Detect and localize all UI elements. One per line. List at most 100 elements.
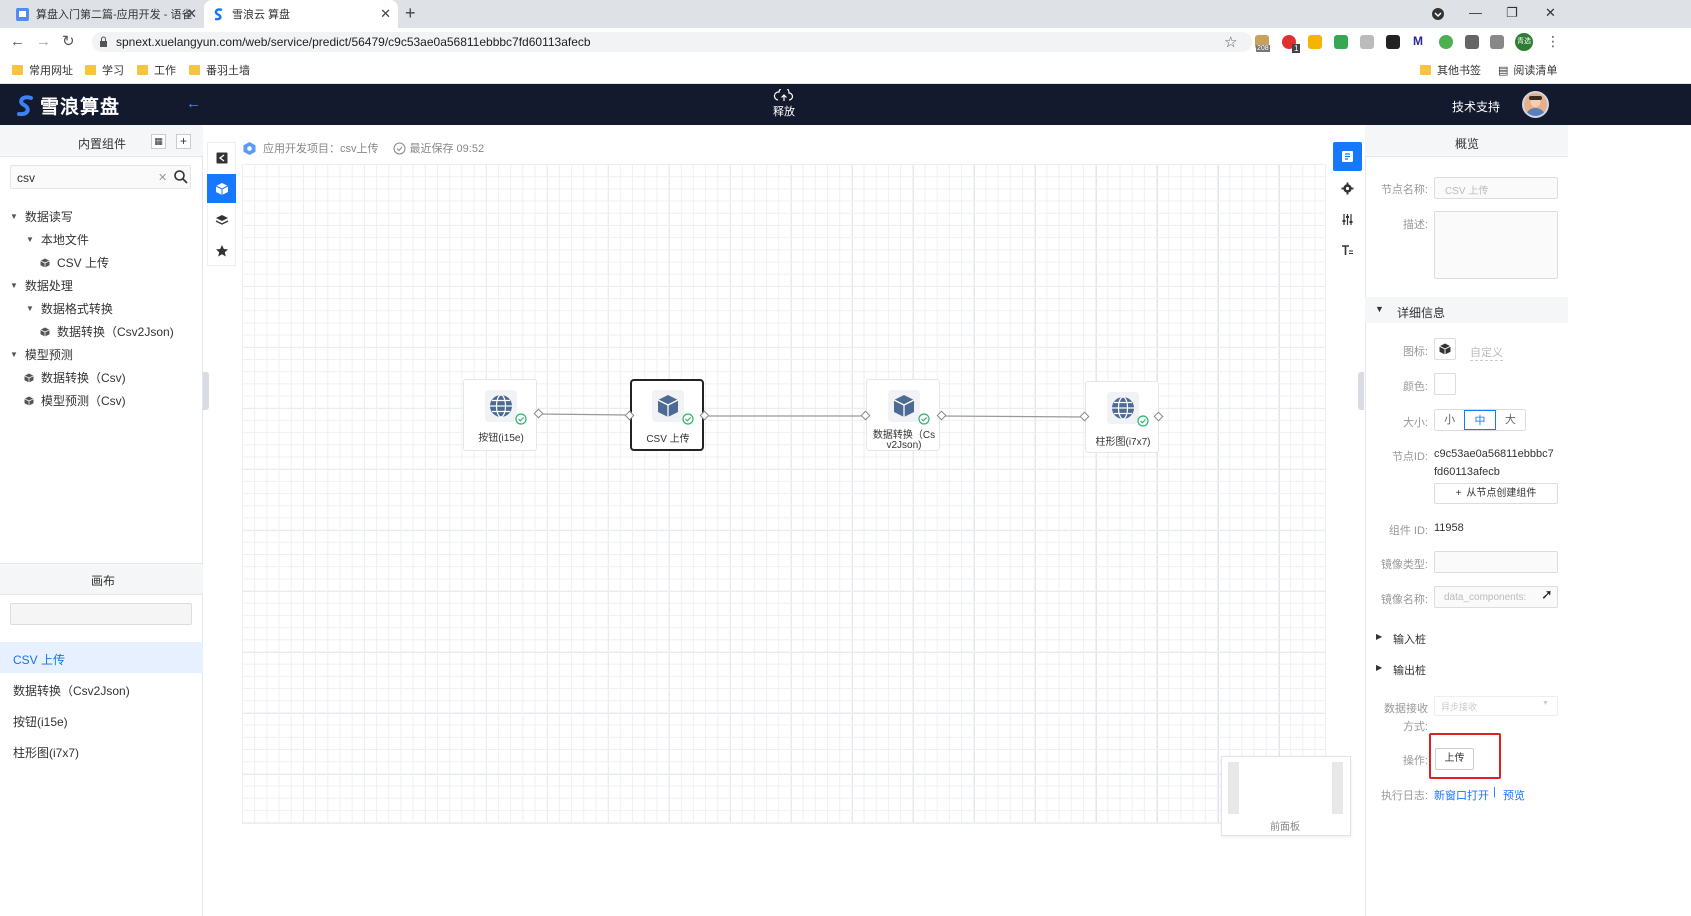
minimap-bar xyxy=(1332,762,1343,814)
tree-group-model-predict[interactable]: ▼ 模型预测 xyxy=(10,346,73,363)
tree-item-model-predict-csv[interactable]: 模型预测（Csv) xyxy=(24,392,126,409)
tree-group-format-conversion[interactable]: ▼ 数据格式转换 xyxy=(26,300,113,317)
output-ports-toggle[interactable]: 输出桩 xyxy=(1393,662,1426,678)
brand-name: 雪浪算盘 xyxy=(40,97,121,118)
tree-group-data-processing[interactable]: ▼ 数据处理 xyxy=(10,277,73,294)
canvas-list-item[interactable]: 数据转换（Csv2Json) xyxy=(0,673,203,704)
clear-search-icon[interactable]: ✕ xyxy=(158,171,167,184)
size-small-option[interactable]: 小 xyxy=(1435,410,1464,430)
back-icon[interactable]: ← xyxy=(10,33,25,50)
node-button[interactable]: 按钮(i15e) xyxy=(463,379,537,451)
link-separator: | xyxy=(1493,786,1496,798)
favorites-star-icon[interactable] xyxy=(207,236,236,265)
profile-avatar[interactable]: 青选 xyxy=(1515,33,1533,51)
node-id-value-line2: fd60113afecb xyxy=(1434,466,1500,478)
lock-icon[interactable] xyxy=(99,36,108,47)
add-component-icon[interactable]: + xyxy=(176,134,191,149)
settings-gear-icon[interactable] xyxy=(1333,174,1362,203)
size-large-option[interactable]: 大 xyxy=(1496,410,1525,430)
text-style-icon[interactable] xyxy=(1333,236,1362,265)
extension-m-icon[interactable]: M xyxy=(1413,34,1423,48)
bookmark-star-icon[interactable]: ☆ xyxy=(1224,33,1237,51)
flow-canvas[interactable] xyxy=(242,164,1326,824)
close-tab-icon[interactable]: ✕ xyxy=(380,7,391,20)
cube-icon xyxy=(888,390,920,422)
bookmark-folder[interactable]: 学习 xyxy=(85,62,124,78)
custom-icon-link[interactable]: 自定义 xyxy=(1470,344,1503,361)
caret-down-icon: ▼ xyxy=(10,350,18,359)
highlight-box xyxy=(1429,733,1501,779)
tree-group-local-file[interactable]: ▼ 本地文件 xyxy=(26,231,89,248)
browser-tab-suanpan[interactable]: 雪浪云 算盘 ✕ xyxy=(204,0,398,28)
color-label: 颜色: xyxy=(1402,381,1428,393)
canvas-search-input[interactable] xyxy=(10,603,192,625)
image-type-input[interactable] xyxy=(1434,551,1558,573)
detail-info-title: 详细信息 xyxy=(1397,306,1446,320)
restore-icon[interactable]: ❐ xyxy=(1506,5,1518,21)
open-log-new-window-link[interactable]: 新窗口打开 xyxy=(1434,787,1489,803)
release-label: 释放 xyxy=(773,106,795,118)
menu-kebab-icon[interactable]: ⋮ xyxy=(1546,33,1560,50)
canvas-list-item[interactable]: 按钮(i15e) xyxy=(0,704,203,735)
reading-list[interactable]: ▤ 阅读清单 xyxy=(1498,62,1557,78)
browser-tab-yuque[interactable]: 算盘入门第二篇-应用开发 - 语雀 ✕ xyxy=(8,0,204,28)
left-collapse-handle[interactable] xyxy=(203,372,209,410)
user-avatar[interactable] xyxy=(1522,91,1549,118)
extension-icon[interactable] xyxy=(1386,35,1400,49)
detail-info-section[interactable] xyxy=(1365,297,1568,323)
tree-item-csv2json[interactable]: 数据转换（Csv2Json) xyxy=(40,323,174,340)
app-logo[interactable]: 雪浪算盘 xyxy=(16,92,120,119)
collapse-back-icon[interactable]: ← xyxy=(186,95,201,112)
canvas-list-item[interactable]: 柱形图(i7x7) xyxy=(0,735,203,766)
sliders-icon[interactable] xyxy=(1333,205,1362,234)
create-from-node-button[interactable]: + 从节点创建组件 xyxy=(1434,483,1558,504)
share-icon[interactable] xyxy=(207,143,236,172)
tree-item-csv-upload[interactable]: CSV 上传 xyxy=(40,254,109,271)
tree-group-data-io[interactable]: ▼ 数据读写 xyxy=(10,208,73,225)
preview-log-link[interactable]: 预览 xyxy=(1503,787,1525,803)
description-textarea[interactable] xyxy=(1434,211,1558,279)
canvas-list-item[interactable]: CSV 上传 xyxy=(0,642,203,673)
node-csv-upload[interactable]: CSV 上传 xyxy=(630,379,704,451)
tab-search-icon[interactable] xyxy=(1430,6,1446,22)
reading-list-icon[interactable] xyxy=(1490,35,1504,49)
tech-support-link[interactable]: 技术支持 xyxy=(1452,98,1500,115)
description-label: 描述: xyxy=(1402,219,1428,231)
new-tab-icon[interactable]: + xyxy=(405,3,416,24)
color-picker[interactable] xyxy=(1434,373,1456,395)
puzzle-icon[interactable] xyxy=(1465,35,1479,49)
tree-item-data-convert-csv[interactable]: 数据转换（Csv) xyxy=(24,369,126,386)
input-ports-toggle[interactable]: 输入桩 xyxy=(1393,631,1426,647)
other-bookmarks[interactable]: 其他书签 xyxy=(1420,62,1481,78)
icon-picker[interactable] xyxy=(1434,338,1456,360)
node-label: 柱形图(i7x7) xyxy=(1095,437,1151,448)
reload-icon[interactable]: ↻ xyxy=(62,32,75,50)
url-text[interactable]: spnext.xuelangyun.com/web/service/predic… xyxy=(116,35,591,49)
layers-icon[interactable] xyxy=(207,205,236,234)
shield-extension-icon[interactable] xyxy=(1360,35,1374,49)
grid-view-icon[interactable]: ▦ xyxy=(151,134,166,149)
node-bar-chart[interactable]: 柱形图(i7x7) xyxy=(1085,381,1159,453)
bookmark-folder[interactable]: 番羽土墙 xyxy=(189,62,250,78)
forward-icon[interactable]: → xyxy=(36,33,51,50)
release-button[interactable]: 释放 xyxy=(772,89,796,119)
right-collapse-handle[interactable] xyxy=(1358,372,1364,410)
caret-right-icon: ▶ xyxy=(1376,663,1383,672)
overview-tab-icon[interactable] xyxy=(1333,142,1362,171)
bookmark-folder[interactable]: 工作 xyxy=(137,62,176,78)
close-tab-icon[interactable]: ✕ xyxy=(186,7,197,20)
component-id-label: 组件 ID: xyxy=(1388,525,1428,537)
receive-mode-label-line2: 方式: xyxy=(1402,721,1428,733)
extension-icon[interactable] xyxy=(1308,35,1322,49)
canvas-header: 应用开发项目：csv上传 最近保存 09:52 xyxy=(242,140,484,156)
close-window-icon[interactable]: ✕ xyxy=(1545,5,1556,21)
extension-icon[interactable] xyxy=(1439,35,1453,49)
minimize-icon[interactable]: — xyxy=(1469,5,1482,20)
node-data-convert[interactable]: 数据转换（Cs v2Json) xyxy=(866,379,940,451)
node-id-label: 节点ID: xyxy=(1391,451,1428,463)
drive-icon[interactable] xyxy=(1334,35,1348,49)
search-icon[interactable] xyxy=(173,169,189,185)
size-medium-option[interactable]: 中 xyxy=(1464,410,1496,430)
bookmark-folder[interactable]: 常用网址 xyxy=(12,62,73,78)
components-cube-icon[interactable] xyxy=(207,174,236,203)
